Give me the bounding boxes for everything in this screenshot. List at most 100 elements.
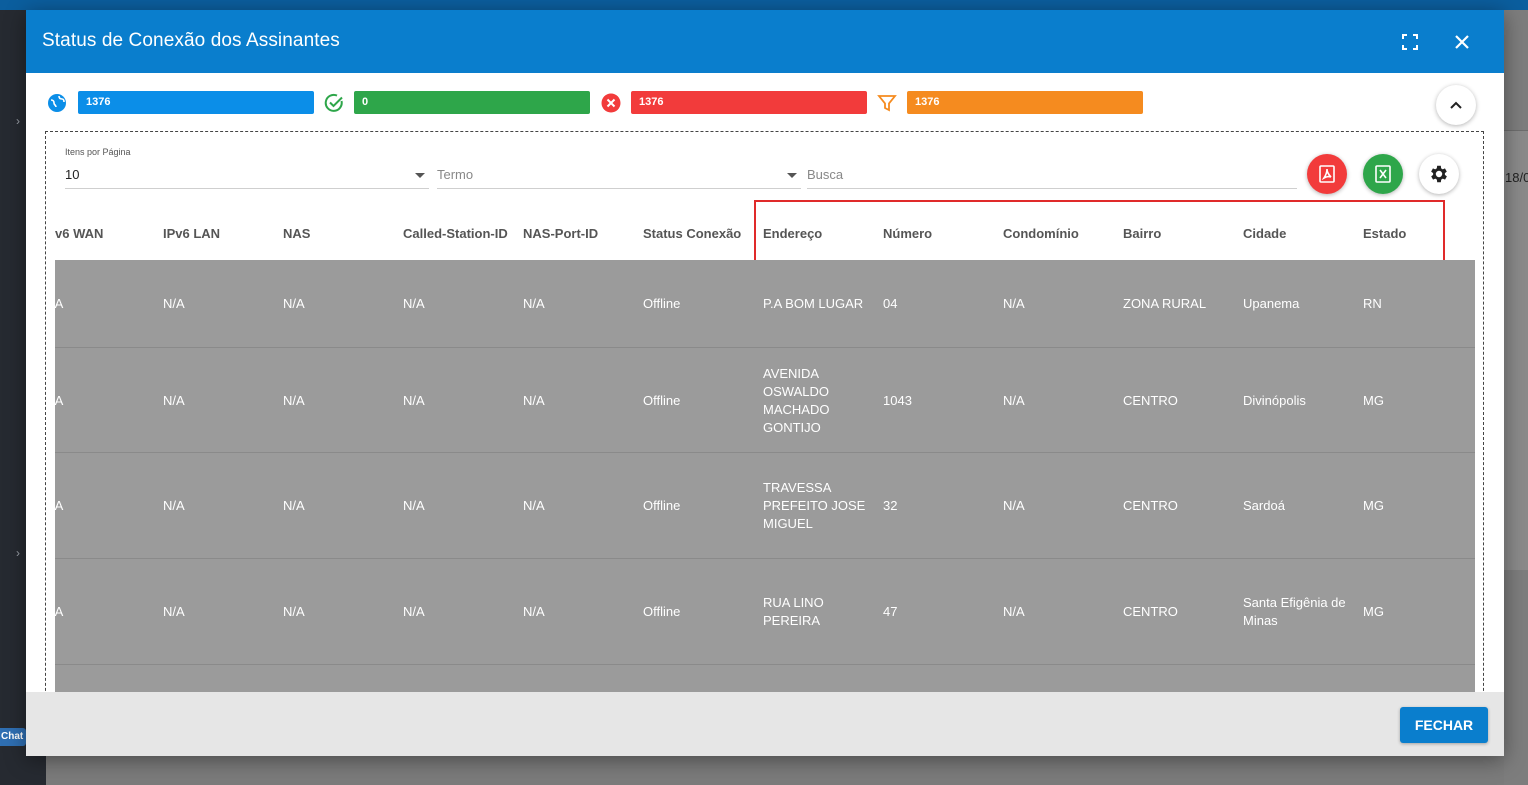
- table-cell-line: N/A: [163, 498, 185, 513]
- table-cell: N/A: [163, 603, 263, 621]
- table-cell-line: N/A: [1003, 604, 1025, 619]
- table-cell-line: 1043: [883, 393, 912, 408]
- table-cell: N/A: [523, 392, 623, 410]
- column-header[interactable]: v6 WAN: [55, 226, 103, 241]
- table-cell-line: PREFEITO JOSE: [763, 498, 866, 513]
- table-cell-line: 04: [883, 296, 898, 311]
- table-cell: AVENIDA OSWALDO MACHADO GONTIJO: [763, 365, 873, 437]
- globe-icon: [47, 93, 67, 113]
- table-row[interactable]: /A N/A N/A N/A N/A Offline AVENIDA OSWALDO MACHA…: [55, 348, 1475, 453]
- chevron-down-icon: [787, 173, 797, 178]
- table-cell: ZONA RURAL: [1123, 295, 1233, 313]
- table-cell: Sardoá: [1243, 497, 1358, 515]
- table-cell-line: Upanema: [1243, 296, 1300, 311]
- connection-status-modal: Status de Conexão dos Assinantes 1376 0 …: [26, 10, 1504, 756]
- table-cell-line: N/A: [1003, 296, 1025, 311]
- table-cell-line: /A: [55, 498, 64, 513]
- gear-icon: [1431, 165, 1447, 183]
- table-row[interactable]: /A N/A N/A N/A N/A Offline P.A BOM LUGAR 04 N/A Z…: [55, 260, 1475, 348]
- collapse-button[interactable]: [1436, 85, 1476, 125]
- table-cell-line: Santa Efigênia de: [1243, 595, 1346, 610]
- table-cell-line: N/A: [163, 393, 185, 408]
- items-per-page-select[interactable]: 10: [65, 161, 429, 189]
- table-cell: Santa Efigênia de Minas: [1243, 594, 1358, 630]
- table-cell: CENTRO: [1123, 497, 1233, 515]
- term-placeholder: Termo: [437, 167, 474, 182]
- table-cell: N/A: [283, 392, 383, 410]
- table-cell: 32: [883, 497, 983, 515]
- table-cell-line: Offline: [643, 498, 681, 513]
- table-cell-line: OSWALDO: [763, 384, 829, 399]
- background-topbar: [0, 0, 1528, 10]
- column-header[interactable]: NAS-Port-ID: [523, 226, 598, 241]
- table-cell-line: N/A: [403, 604, 425, 619]
- table-cell: N/A: [163, 497, 263, 515]
- pdf-icon: [1319, 165, 1335, 183]
- table-cell-line: N/A: [403, 296, 425, 311]
- table-cell-line: 32: [883, 498, 898, 513]
- chevron-right-icon[interactable]: ›: [16, 546, 20, 560]
- table-cell: Offline: [643, 295, 753, 313]
- table-cell: N/A: [283, 497, 383, 515]
- items-per-page-value: 10: [65, 167, 80, 182]
- table-cell-line: Offline: [643, 393, 681, 408]
- background-bottom-strip: [46, 756, 1504, 785]
- table-cell-line: CENTRO: [1123, 604, 1178, 619]
- column-header[interactable]: Called-Station-ID: [403, 226, 508, 241]
- search-input[interactable]: Busca: [807, 161, 1297, 189]
- export-excel-button[interactable]: [1363, 154, 1403, 194]
- close-button[interactable]: [1448, 28, 1476, 56]
- table-cell-line: Offline: [643, 604, 681, 619]
- table-cell-line: Offline: [643, 296, 681, 311]
- fullscreen-icon: [1402, 34, 1418, 50]
- fechar-button[interactable]: FECHAR: [1400, 707, 1488, 743]
- table-cell: N/A: [1003, 295, 1103, 313]
- column-header[interactable]: NAS: [283, 226, 310, 241]
- table-cell-line: N/A: [523, 393, 545, 408]
- x-circle-icon: [601, 93, 621, 113]
- column-header[interactable]: Status Conexão: [643, 226, 741, 241]
- chevron-up-icon: [1450, 101, 1462, 109]
- table-cell: CENTRO: [1123, 392, 1233, 410]
- table-cell-line: N/A: [523, 604, 545, 619]
- stat-filtered-bar: 1376: [907, 91, 1143, 114]
- term-select[interactable]: Termo: [437, 161, 801, 189]
- table-cell: /A: [55, 497, 111, 515]
- table-cell-line: /A: [55, 604, 64, 619]
- table-cell-line: Minas: [1243, 613, 1278, 628]
- table-cell-line: /A: [55, 393, 64, 408]
- table-cell-line: MG: [1363, 604, 1384, 619]
- table-row[interactable]: /A N/A N/A N/A N/A Offline TRAVESSA PREFEITO JO…: [55, 453, 1475, 559]
- table-cell: N/A: [523, 603, 623, 621]
- table-cell-line: MACHADO: [763, 402, 830, 417]
- table-cell: Offline: [643, 603, 753, 621]
- items-per-page-label: Itens por Página: [65, 147, 131, 157]
- table-cell: MG: [1363, 603, 1443, 621]
- table-cell: 1043: [883, 392, 983, 410]
- table-cell: N/A: [403, 392, 503, 410]
- table-cell-line: MG: [1363, 393, 1384, 408]
- settings-button[interactable]: [1419, 154, 1459, 194]
- table-cell: 47: [883, 603, 983, 621]
- table-cell-line: CENTRO: [1123, 498, 1178, 513]
- table-row[interactable]: /A N/A N/A N/A N/A Offline RUA LINO PEREIRA 47 N/…: [55, 559, 1475, 665]
- chat-tab[interactable]: Chat: [0, 728, 26, 746]
- check-circle-icon: [324, 93, 344, 113]
- table-cell-line: N/A: [283, 296, 305, 311]
- fullscreen-button[interactable]: [1396, 28, 1424, 56]
- table-cell-line: RN: [1363, 296, 1382, 311]
- table-cell: N/A: [523, 295, 623, 313]
- table-cell: N/A: [523, 497, 623, 515]
- modal-header: Status de Conexão dos Assinantes: [26, 10, 1504, 73]
- table-cell: N/A: [403, 295, 503, 313]
- table-cell-line: MG: [1363, 498, 1384, 513]
- table-cell: N/A: [163, 295, 263, 313]
- table-cell: Offline: [643, 497, 753, 515]
- table-cell-line: MIGUEL: [763, 516, 813, 531]
- export-pdf-button[interactable]: [1307, 154, 1347, 194]
- chevron-right-icon[interactable]: ›: [16, 114, 20, 128]
- column-header[interactable]: IPv6 LAN: [163, 226, 220, 241]
- table-body: /A N/A N/A N/A N/A Offline P.A BOM LUGAR 04 N/A Z…: [55, 260, 1475, 701]
- table-cell: N/A: [163, 392, 263, 410]
- table-cell-line: N/A: [403, 498, 425, 513]
